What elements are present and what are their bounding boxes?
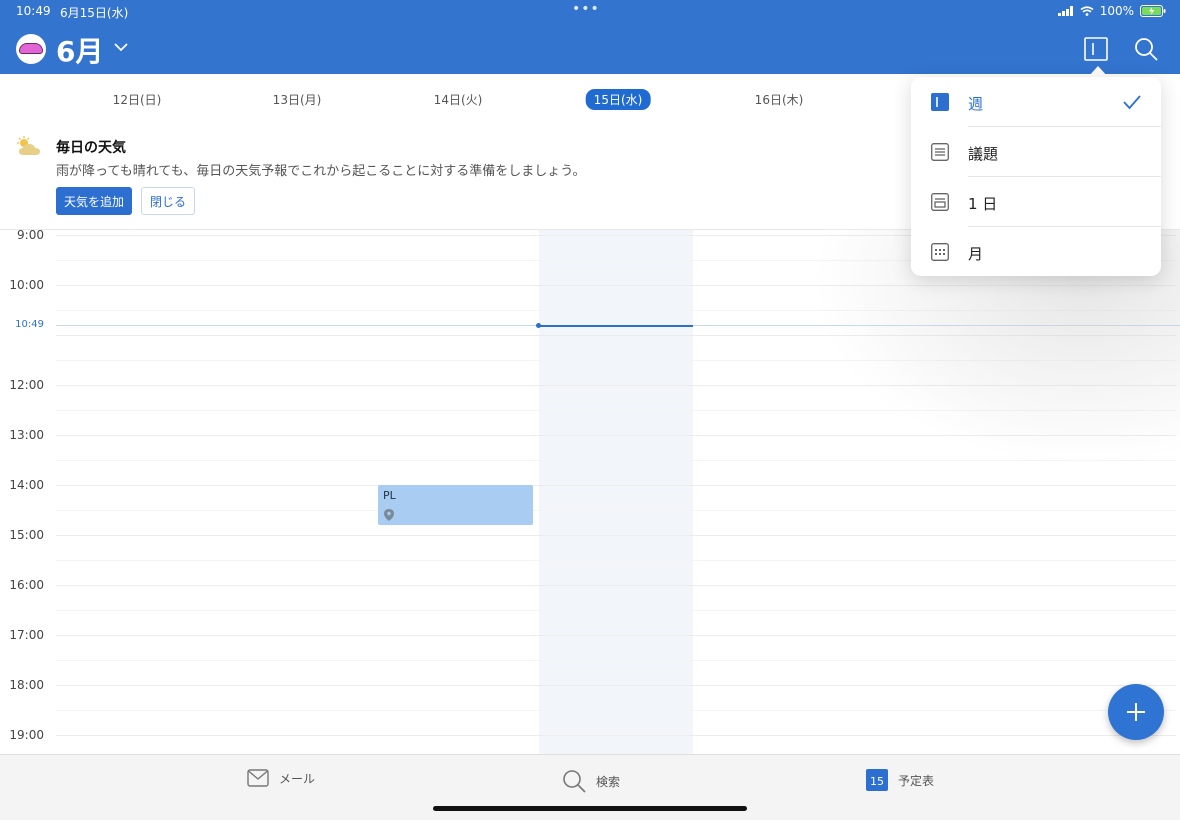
- hour-line: [56, 635, 1176, 636]
- hour-line: [56, 285, 1176, 286]
- battery-charging-icon: [1140, 5, 1166, 17]
- account-avatar[interactable]: [16, 34, 46, 64]
- day-view-icon: [931, 193, 949, 211]
- calendar-icon-day: 15: [870, 775, 884, 788]
- month-view-icon: [931, 243, 949, 261]
- menu-item-label: 週: [968, 95, 984, 113]
- search-icon: [563, 770, 586, 793]
- search-icon[interactable]: [1133, 36, 1159, 62]
- hour-line: [56, 535, 1176, 536]
- view-switcher-icon[interactable]: [1083, 36, 1109, 62]
- popover-caret: [1088, 66, 1108, 77]
- banner-title: 毎日の天気: [56, 140, 126, 156]
- menu-item-day[interactable]: 1 日: [911, 177, 1161, 227]
- tab-search[interactable]: 検索: [562, 769, 620, 793]
- hour-line: [56, 585, 1176, 586]
- menu-item-agenda[interactable]: 議題: [911, 127, 1161, 177]
- hour-label: 15:00: [9, 528, 44, 542]
- hour-label: 14:00: [9, 478, 44, 492]
- close-banner-button[interactable]: 閉じる: [141, 187, 196, 215]
- half-hour-line: [56, 360, 1176, 361]
- checkmark-icon: [1123, 95, 1141, 110]
- hour-label: 9:00: [17, 230, 44, 242]
- agenda-icon: [931, 143, 949, 161]
- hour-label: 13:00: [9, 428, 44, 442]
- tab-mail[interactable]: メール: [247, 769, 315, 787]
- hour-line: [56, 335, 1176, 336]
- half-hour-line: [56, 460, 1176, 461]
- partly-cloudy-icon: [17, 136, 40, 155]
- tab-label: 検索: [596, 774, 621, 789]
- battery-percent: 100%: [1099, 4, 1134, 18]
- day-label[interactable]: 16日(木): [755, 91, 804, 108]
- today-column: [539, 230, 693, 754]
- plus-icon: [1127, 703, 1145, 721]
- menu-item-label: 議題: [968, 145, 999, 163]
- location-pin-icon: [384, 509, 394, 521]
- menu-item-label: 月: [968, 245, 984, 263]
- chevron-down-icon[interactable]: [114, 40, 128, 54]
- status-indicators: 100%: [1057, 4, 1166, 18]
- day-label[interactable]: 12日(日): [113, 91, 162, 108]
- status-time: 10:49: [16, 4, 51, 18]
- view-switcher-menu: 週 議題 1 日 月: [911, 77, 1161, 276]
- event-title: PL: [383, 489, 396, 502]
- hour-label: 19:00: [9, 728, 44, 742]
- month-title[interactable]: 6月: [56, 30, 103, 70]
- tab-label: メール: [279, 771, 316, 786]
- day-label[interactable]: 13日(月): [273, 91, 322, 108]
- hour-line: [56, 485, 1176, 486]
- banner-description: 雨が降っても晴れても、毎日の天気予報でこれから起こることに対する準備をしましょう…: [56, 164, 586, 179]
- status-date: 6月15日(水): [60, 6, 129, 20]
- calendar-grid[interactable]: 9:00 10:00 10:49 12:00 13:00 14:00 15:00…: [0, 230, 1180, 754]
- mail-icon: [247, 769, 269, 787]
- car-icon: [19, 43, 43, 54]
- week-view-icon: [931, 93, 949, 111]
- day-label-today[interactable]: 15日(水): [585, 89, 651, 110]
- half-hour-line: [56, 710, 1176, 711]
- calendar-icon: 15: [866, 769, 888, 791]
- day-label[interactable]: 14日(火): [434, 91, 483, 108]
- hour-line: [56, 735, 1176, 736]
- menu-item-month[interactable]: 月: [911, 227, 1161, 277]
- current-time-dot: [536, 323, 541, 328]
- multitasking-dots-icon[interactable]: •••: [572, 1, 600, 17]
- hour-label: 16:00: [9, 578, 44, 592]
- add-weather-button[interactable]: 天気を追加: [56, 187, 133, 215]
- half-hour-line: [56, 310, 1176, 311]
- half-hour-line: [56, 560, 1176, 561]
- hour-label: 18:00: [9, 678, 44, 692]
- new-event-button[interactable]: [1108, 684, 1164, 740]
- menu-item-label: 1 日: [968, 195, 998, 213]
- tab-calendar[interactable]: 15 予定表: [866, 769, 934, 791]
- hour-label: 12:00: [9, 378, 44, 392]
- half-hour-line: [56, 510, 1176, 511]
- hour-line: [56, 685, 1176, 686]
- hour-label: 10:00: [9, 278, 44, 292]
- wifi-icon: [1080, 6, 1094, 16]
- current-time-line-today: [539, 325, 693, 327]
- menu-item-week[interactable]: 週: [911, 77, 1161, 127]
- half-hour-line: [56, 410, 1176, 411]
- tab-label: 予定表: [898, 773, 935, 788]
- hour-label: 17:00: [9, 628, 44, 642]
- cellular-icon: [1057, 6, 1073, 16]
- half-hour-line: [56, 610, 1176, 611]
- hour-line: [56, 435, 1176, 436]
- calendar-event[interactable]: PL: [378, 485, 533, 525]
- half-hour-line: [56, 660, 1176, 661]
- current-time-label: 10:49: [15, 319, 44, 330]
- home-indicator: [433, 806, 747, 811]
- hour-line: [56, 385, 1176, 386]
- app-header: 10:49 6月15日(水) ••• 100% 6月: [0, 0, 1180, 74]
